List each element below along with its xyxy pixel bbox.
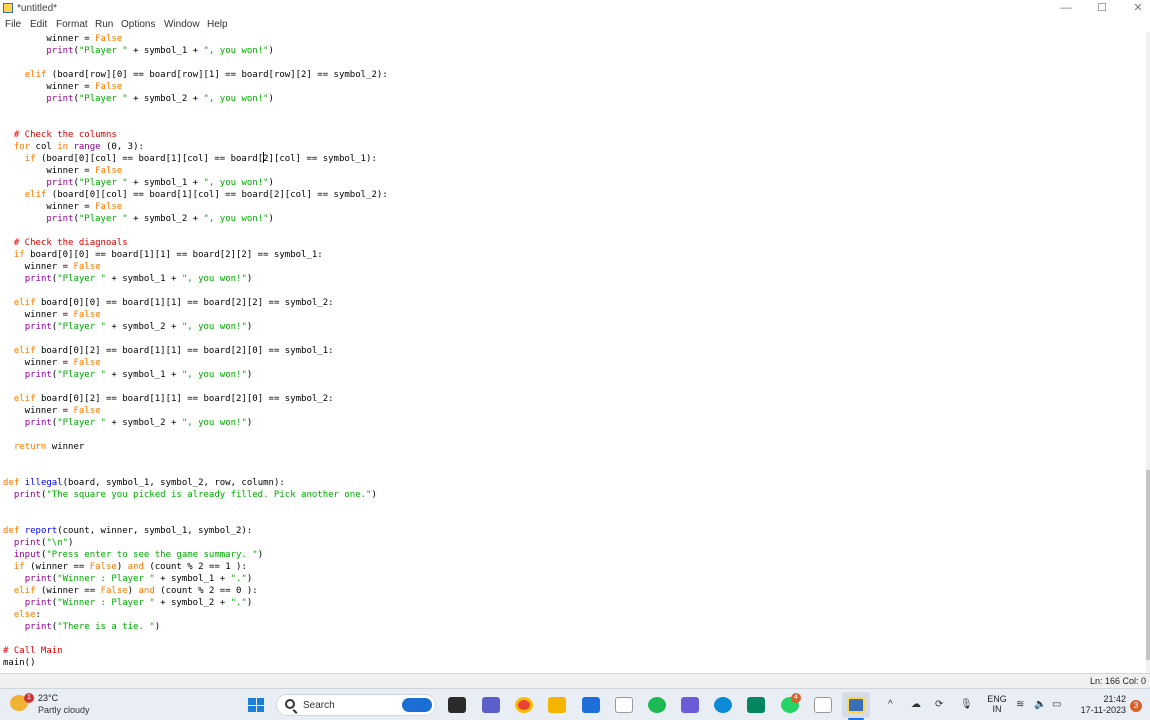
code-line: winner = False — [3, 262, 101, 272]
chrome-icon[interactable] — [515, 697, 533, 713]
code-line: return winner — [13, 442, 85, 452]
region-code: IN — [992, 704, 1002, 714]
code-line: # Check the columns — [13, 130, 117, 140]
menu-window[interactable]: Window — [164, 18, 200, 31]
code-line: if (winner == False) and (count % 2 == 1… — [13, 562, 247, 572]
code-line: winner = False — [3, 82, 123, 92]
spotify-icon[interactable] — [648, 697, 666, 713]
code-editor[interactable]: winner = False print("Player " + symbol_… — [0, 32, 1146, 673]
task-view-icon[interactable] — [448, 697, 466, 713]
language-code: ENG — [987, 694, 1007, 704]
text-cursor — [263, 152, 264, 163]
menu-run[interactable]: Run — [95, 18, 113, 31]
code-line: winner = False — [3, 358, 101, 368]
code-line: elif board[0][0] == board[1][1] == board… — [13, 298, 334, 308]
code-line: print("Player " + symbol_1 + ", you won!… — [24, 274, 253, 284]
wifi-icon[interactable]: ≋ — [1016, 698, 1024, 711]
scrollbar-thumb[interactable] — [1146, 470, 1150, 660]
code-line: if (board[0][col] == board[1][col] == bo… — [24, 154, 377, 164]
weather-temperature[interactable]: 23°C — [38, 693, 58, 704]
code-line: print("Player " + symbol_2 + ", you won!… — [46, 94, 274, 104]
code-line: if board[0][0] == board[1][1] == board[2… — [13, 250, 323, 260]
microsoft-store-icon[interactable] — [582, 697, 600, 713]
code-line: def report(count, winner, symbol_1, symb… — [3, 526, 253, 536]
sync-icon[interactable]: ⟳ — [935, 698, 943, 711]
menu-edit[interactable]: Edit — [30, 18, 47, 31]
code-line: print("The square you picked is already … — [13, 490, 377, 500]
close-button[interactable]: ✕ — [1120, 0, 1150, 17]
taskbar: 1 23°C Partly cloudy Search 4 ^ ☁ ⟳ 🎙 EN… — [0, 688, 1150, 720]
code-line: print("\n") — [13, 538, 74, 548]
code-line: print("Player " + symbol_2 + ", you won!… — [24, 322, 253, 332]
code-line: print("Player " + symbol_1 + ", you won!… — [24, 370, 253, 380]
title-bar: *untitled* — ☐ ✕ — [0, 0, 1150, 17]
code-line: winner = False — [3, 34, 123, 44]
code-line: elif (board[0][col] == board[1][col] == … — [24, 190, 388, 200]
code-line: winner = False — [3, 310, 101, 320]
onedrive-cloud-icon[interactable]: ☁ — [911, 698, 921, 711]
file-explorer-icon[interactable] — [548, 697, 566, 713]
cursor-position: Ln: 166 Col: 0 — [1089, 676, 1146, 686]
weather-condition[interactable]: Partly cloudy — [38, 705, 90, 716]
teams-chat-icon[interactable] — [482, 697, 500, 713]
code-line: else: — [13, 610, 41, 620]
search-icon — [285, 699, 295, 709]
search-label: Search — [303, 700, 335, 711]
code-line: input("Press enter to see the game summa… — [13, 550, 264, 560]
code-line: print("Winner : Player " + symbol_1 + ".… — [24, 574, 253, 584]
menu-options[interactable]: Options — [121, 18, 155, 31]
menu-format[interactable]: Format — [56, 18, 88, 31]
copilot-icon[interactable] — [681, 697, 699, 713]
code-line: winner = False — [3, 406, 101, 416]
search-highlight-icon — [402, 698, 432, 712]
clock-date: 17-11-2023 — [1080, 705, 1126, 715]
code-line: winner = False — [3, 202, 123, 212]
code-line: elif (winner == False) and (count % 2 ==… — [13, 586, 258, 596]
menu-help[interactable]: Help — [207, 18, 228, 31]
code-line: elif (board[row][0] == board[row][1] == … — [24, 70, 388, 80]
play-store-icon[interactable] — [747, 697, 765, 713]
code-line: print("Player " + symbol_2 + ", you won!… — [24, 418, 253, 428]
notification-badge[interactable]: 3 — [1130, 700, 1142, 712]
code-line: print("Player " + symbol_1 + ", you won!… — [46, 46, 274, 56]
code-line: # Check the diagnoals — [13, 238, 128, 248]
system-clock[interactable]: 21:42 17-11-2023 — [1078, 694, 1126, 716]
clock-time: 21:42 — [1103, 694, 1126, 704]
microphone-icon[interactable]: 🎙 — [960, 698, 973, 711]
weather-badge: 1 — [24, 693, 34, 703]
edge-icon[interactable] — [714, 697, 732, 713]
window-title: *untitled* — [17, 3, 58, 14]
battery-icon[interactable]: ▭ — [1052, 698, 1061, 711]
taskbar-search[interactable]: Search — [276, 694, 436, 716]
menu-bar: File Edit Format Run Options Window Help — [0, 17, 1150, 32]
code-line: print("Player " + symbol_1 + ", you won!… — [46, 178, 274, 188]
code-line: main() — [3, 658, 36, 668]
chevron-up-icon[interactable]: ^ — [888, 698, 893, 711]
language-indicator[interactable]: ENG IN — [986, 694, 1008, 714]
idle-app-icon — [3, 3, 13, 13]
document-app-icon[interactable] — [814, 697, 832, 713]
code-line: # Call Main — [3, 646, 63, 656]
code-line: print("Player " + symbol_2 + ", you won!… — [46, 214, 274, 224]
code-line: print("Winner : Player " + symbol_2 + ".… — [24, 598, 253, 608]
code-line: def illegal(board, symbol_1, symbol_2, r… — [3, 478, 285, 488]
minimize-button[interactable]: — — [1048, 0, 1084, 17]
maximize-button[interactable]: ☐ — [1084, 0, 1120, 17]
vertical-scrollbar[interactable] — [1146, 32, 1150, 673]
code-line: print("There is a tie. ") — [24, 622, 161, 632]
status-bar: Ln: 166 Col: 0 — [0, 673, 1150, 688]
code-line: winner = False — [3, 166, 123, 176]
menu-file[interactable]: File — [5, 18, 21, 31]
python-idle-icon[interactable] — [847, 697, 865, 713]
code-line: elif board[0][2] == board[1][1] == board… — [13, 346, 334, 356]
windows-start-icon[interactable] — [247, 697, 265, 713]
volume-icon[interactable]: 🔈 — [1034, 698, 1046, 711]
whatsapp-badge: 4 — [791, 693, 801, 703]
notepad-icon[interactable] — [615, 697, 633, 713]
code-line: elif board[0][2] == board[1][1] == board… — [13, 394, 334, 404]
code-line: for col in range (0, 3): — [13, 142, 144, 152]
